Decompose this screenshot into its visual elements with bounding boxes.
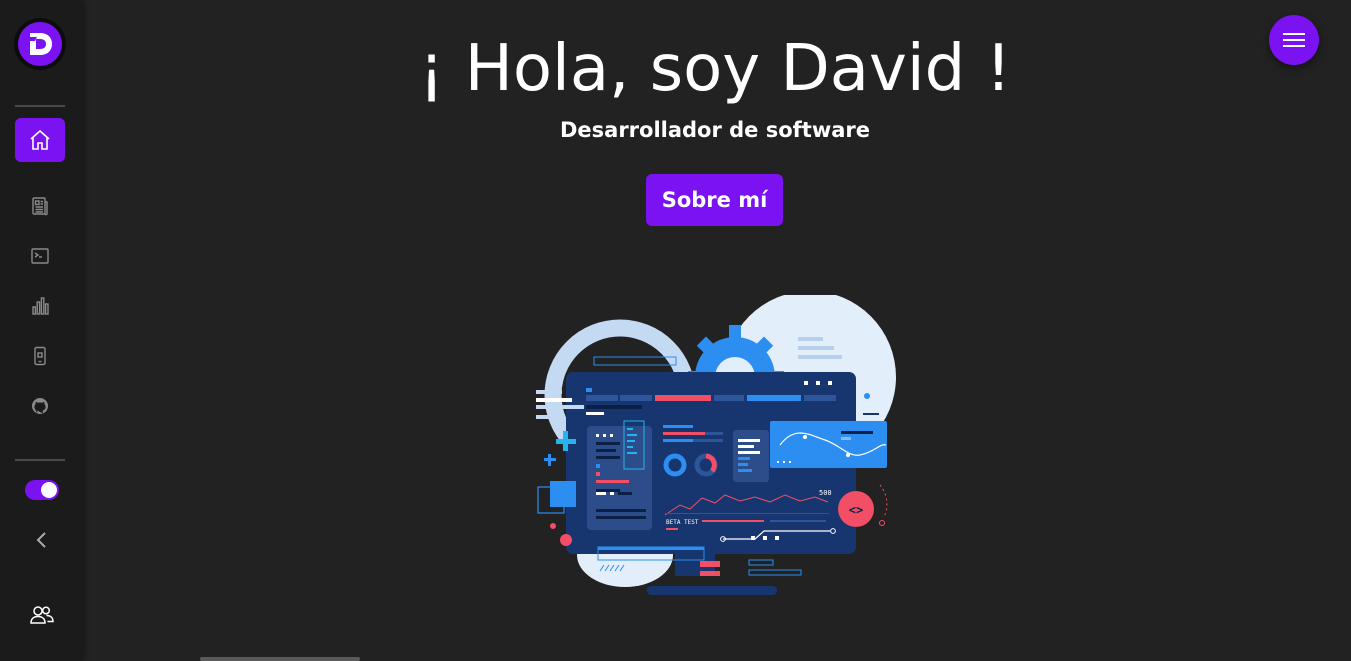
- github-icon: [32, 398, 48, 414]
- logo[interactable]: [14, 18, 66, 70]
- sidebar-divider-bottom: [15, 459, 65, 461]
- sidebar-item-home[interactable]: [15, 118, 65, 162]
- sidebar-item-mobile[interactable]: [15, 334, 65, 378]
- code-symbol-label: <>: [849, 503, 863, 517]
- theme-toggle[interactable]: [25, 480, 59, 500]
- beta-test-label: BETA TEST: [666, 519, 699, 526]
- hero-subtitle: Desarrollador de software: [559, 118, 871, 142]
- logo-d-icon: [27, 33, 52, 55]
- toggle-knob: [41, 482, 57, 498]
- sidebar-item-blog[interactable]: [15, 184, 65, 228]
- collapse-sidebar-button[interactable]: [28, 526, 56, 554]
- chevron-left-icon: [36, 532, 46, 548]
- terminal-icon: [31, 248, 49, 264]
- sidebar-item-github[interactable]: [15, 384, 65, 428]
- hamburger-icon: [1283, 33, 1305, 47]
- menu-button[interactable]: [1269, 15, 1319, 65]
- bar-chart-icon: [32, 297, 49, 315]
- newspaper-icon: [32, 197, 48, 216]
- chart-value-label: 500: [819, 489, 832, 497]
- users-icon: [30, 606, 54, 624]
- users-button[interactable]: [26, 600, 58, 630]
- about-me-button[interactable]: Sobre mí: [646, 174, 783, 226]
- phone-icon: [34, 346, 46, 366]
- hero-title: ¡ Hola, soy David !: [418, 32, 1012, 106]
- home-icon: [30, 129, 50, 150]
- sidebar-divider-top: [15, 105, 65, 107]
- sidebar: [0, 0, 82, 661]
- sidebar-item-stats[interactable]: [15, 284, 65, 328]
- logo-badge: [18, 22, 62, 66]
- sidebar-item-terminal[interactable]: [15, 234, 65, 278]
- horizontal-scrollbar[interactable]: [200, 657, 360, 661]
- developer-dashboard-illustration: 500 BETA TEST <>: [536, 295, 896, 595]
